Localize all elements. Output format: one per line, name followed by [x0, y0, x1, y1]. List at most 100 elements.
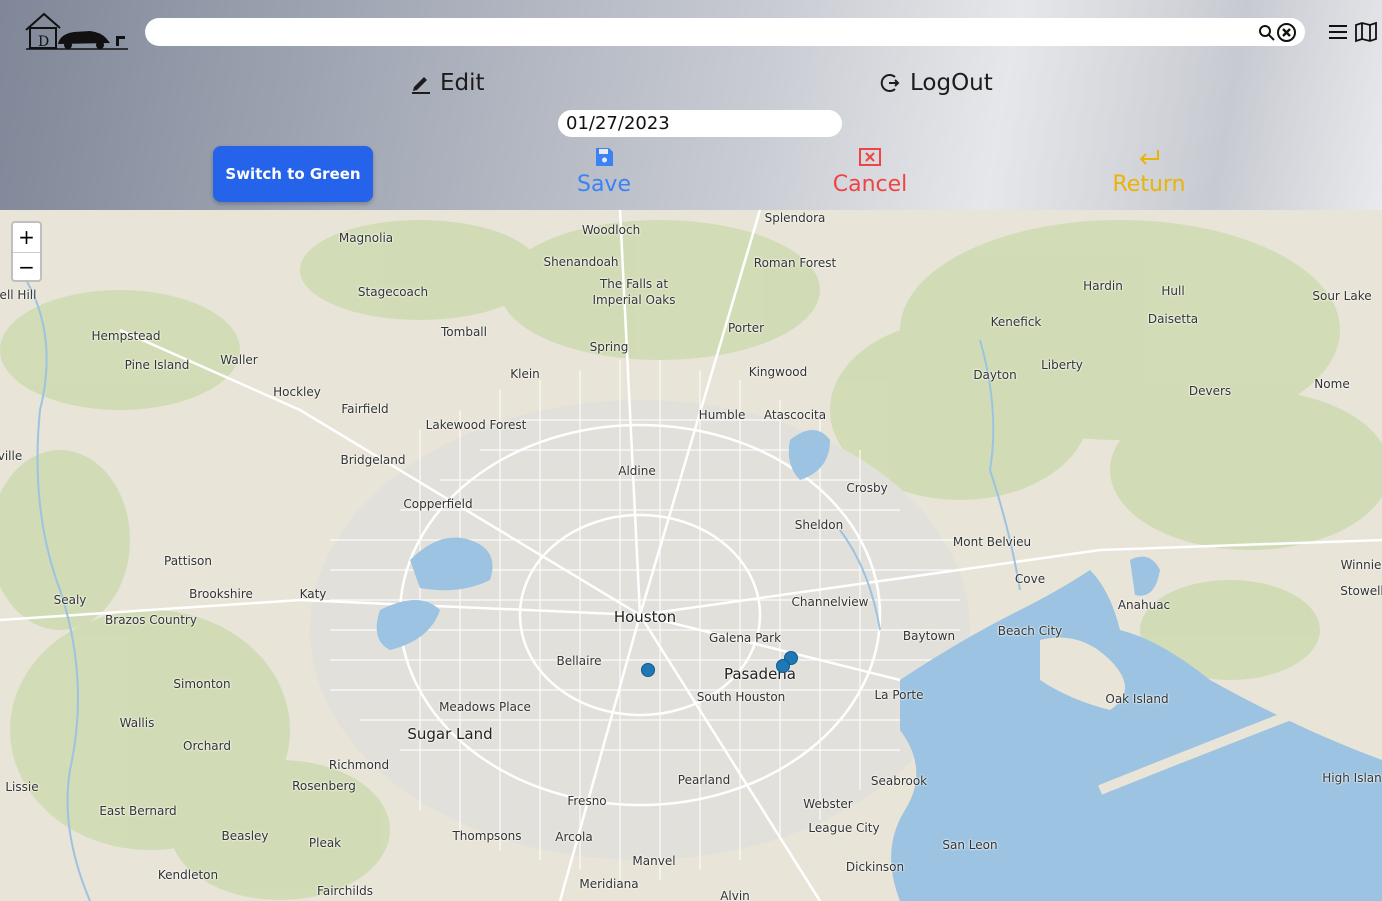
- place-label: Oak Island: [1105, 692, 1169, 706]
- place-label: Sour Lake: [1312, 289, 1372, 303]
- place-label: Dayton: [973, 368, 1017, 382]
- place-label: Atascocita: [763, 408, 827, 422]
- place-label: High Islan: [1322, 771, 1382, 785]
- place-label: Humble: [698, 408, 746, 422]
- circle-x-icon[interactable]: [1276, 22, 1297, 43]
- zoom-out-button[interactable]: −: [13, 253, 40, 282]
- place-label: Sugar Land: [407, 725, 493, 743]
- place-label: Wallis: [119, 716, 155, 730]
- place-label: Meridiana: [579, 877, 639, 891]
- place-label: Kenefick: [990, 315, 1042, 329]
- pencil-icon: [412, 77, 430, 94]
- place-label: Anahuac: [1117, 598, 1171, 612]
- place-label: Fairchilds: [317, 884, 373, 898]
- search-input[interactable]: [159, 22, 1243, 44]
- logout-link[interactable]: LogOut: [878, 70, 993, 96]
- place-label: Hockley: [273, 385, 321, 399]
- place-label: Hempstead: [91, 329, 161, 343]
- place-label: Sealy: [53, 593, 87, 607]
- place-label: League City: [808, 821, 880, 835]
- place-label: Klein: [510, 367, 540, 381]
- place-label: Waller: [220, 353, 258, 367]
- cancel-label: Cancel: [832, 172, 908, 197]
- edit-link[interactable]: Edit: [410, 70, 485, 96]
- place-label: Beach City: [997, 624, 1063, 638]
- place-label: Katy: [299, 587, 327, 601]
- place-label: Tomball: [441, 325, 487, 339]
- hamburger-menu-icon[interactable]: [1327, 22, 1349, 42]
- place-label: Aldine: [618, 464, 656, 478]
- place-label: Bridgeland: [340, 453, 406, 467]
- logout-icon: [880, 74, 900, 92]
- date-input[interactable]: [558, 110, 842, 137]
- place-label: Fresno: [567, 794, 607, 808]
- place-label: Spring: [589, 340, 629, 354]
- save-label: Save: [576, 172, 631, 197]
- place-label: Porter: [727, 321, 765, 335]
- place-label: Woodloch: [581, 223, 641, 237]
- place-label: Brazos Country: [105, 613, 197, 627]
- place-label: Kendleton: [157, 868, 219, 882]
- place-label: Dickinson: [845, 860, 905, 874]
- place-label: ville: [0, 449, 23, 463]
- switch-to-green-button[interactable]: Switch to Green: [213, 146, 373, 202]
- place-label: Lakewood Forest: [425, 418, 527, 432]
- x-square-icon: [859, 148, 881, 166]
- save-button[interactable]: Save: [570, 146, 638, 197]
- place-label: Seabrook: [870, 774, 928, 788]
- place-label: Houston: [613, 608, 677, 626]
- return-arrow-icon: [1139, 150, 1159, 165]
- magnifier-icon[interactable]: [1258, 24, 1276, 42]
- logout-label: LogOut: [910, 70, 993, 96]
- place-label: Arcola: [555, 830, 593, 844]
- place-label: Liberty: [1041, 358, 1083, 372]
- zoom-control: + −: [11, 221, 42, 282]
- place-label: Crosby: [846, 481, 888, 495]
- place-label: The Falls at: [599, 277, 669, 291]
- place-label: Cove: [1014, 572, 1046, 586]
- place-label: East Bernard: [99, 804, 177, 818]
- place-label: Stowell: [1340, 584, 1382, 598]
- place-label: Meadows Place: [439, 700, 531, 714]
- place-label: Channelview: [791, 595, 869, 609]
- place-label: Thompsons: [452, 829, 522, 843]
- app-header: D Edit LogOut 01/27/2023 Switch to Green…: [0, 0, 1382, 210]
- place-label: Richmond: [328, 758, 390, 772]
- place-label: Magnolia: [338, 231, 394, 245]
- place-label: Nome: [1314, 377, 1350, 391]
- place-label: Webster: [803, 797, 853, 811]
- place-label: Imperial Oaks: [592, 293, 676, 307]
- place-label: Galena Park: [708, 631, 782, 645]
- folded-map-icon[interactable]: [1354, 21, 1378, 43]
- place-label: Mont Belvieu: [952, 535, 1032, 549]
- place-label: Roman Forest: [753, 256, 837, 270]
- place-label: Daisetta: [1147, 312, 1199, 326]
- svg-text:D: D: [38, 34, 49, 50]
- place-label: Brookshire: [189, 587, 253, 601]
- search-bar: [145, 18, 1305, 46]
- floppy-disk-icon: [596, 148, 613, 166]
- place-label: Hull: [1161, 284, 1185, 298]
- place-label: Splendora: [764, 211, 826, 225]
- place-label: Sheldon: [794, 518, 844, 532]
- place-label: Alvin: [720, 889, 750, 901]
- place-label: Kingwood: [748, 365, 808, 379]
- cancel-button[interactable]: Cancel: [826, 146, 914, 197]
- place-label: South Houston: [696, 690, 786, 704]
- place-label: Bellaire: [556, 654, 602, 668]
- edit-label: Edit: [440, 70, 485, 96]
- map-marker[interactable]: [776, 659, 790, 673]
- place-label: Pearland: [677, 773, 731, 787]
- place-label: Simonton: [173, 677, 231, 691]
- place-label: Manvel: [632, 854, 676, 868]
- place-label: Winnie: [1340, 558, 1382, 572]
- place-label: Beasley: [221, 829, 269, 843]
- map-marker[interactable]: [641, 663, 655, 677]
- garage-car-logo-icon[interactable]: D: [24, 10, 130, 52]
- return-label: Return: [1112, 172, 1186, 197]
- place-label: La Porte: [874, 688, 924, 702]
- return-button[interactable]: Return: [1106, 146, 1192, 197]
- zoom-in-button[interactable]: +: [13, 223, 40, 253]
- map-view[interactable]: Splendora Woodloch Magnolia Shenandoah Roman…: [0, 210, 1382, 901]
- place-label: Hardin: [1083, 279, 1123, 293]
